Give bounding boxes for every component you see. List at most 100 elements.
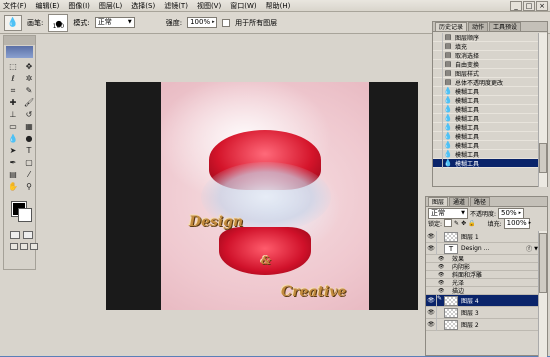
effects-header[interactable]: 👁 效果 [426,255,540,263]
all-layers-checkbox[interactable] [222,18,231,27]
brush-tool-icon[interactable]: 🖌 [22,97,36,108]
history-item[interactable]: 💧 模糊工具 [433,95,539,105]
eye-icon[interactable]: 👁 [426,233,436,240]
menu-layer[interactable]: 图层(L) [99,1,122,11]
eye-icon[interactable]: 👁 [438,264,446,270]
screen-mode-full-menu-icon[interactable] [20,243,28,250]
path-select-icon[interactable]: ➤ [6,145,20,156]
history-item[interactable]: 💧 模糊工具 [433,122,539,132]
tab-tool-presets[interactable]: 工具预设 [489,22,522,31]
history-item[interactable]: 💧 模糊工具 [433,113,539,123]
eye-icon[interactable]: 👁 [438,272,446,278]
eye-icon[interactable]: 👁 [426,309,436,316]
stamp-tool-icon[interactable]: ⊥ [6,109,20,120]
brush-icon[interactable]: ✎ [436,294,444,307]
lasso-tool-icon[interactable]: ℓ [6,73,20,84]
strength-input[interactable]: 100% ▸ [187,17,218,28]
screen-mode-standard-icon[interactable] [10,243,18,250]
eye-icon[interactable]: 👁 [426,321,436,328]
menu-window[interactable]: 窗口(W) [230,1,256,11]
marquee-tool-icon[interactable]: ⬚ [6,61,20,72]
screen-mode-full-icon[interactable] [30,243,38,250]
pen-tool-icon[interactable]: ✒ [6,157,20,168]
hand-tool-icon[interactable]: ✋ [6,181,20,192]
eye-icon[interactable]: 👁 [426,297,436,304]
menu-help[interactable]: 帮助(H) [266,1,291,11]
history-item[interactable]: 💧 模糊工具 [433,104,539,114]
minimize-button[interactable]: _ [510,1,522,11]
effect-row[interactable]: 👁 光泽 [426,279,540,287]
fill-input[interactable]: 100% ▸ [503,217,531,229]
move-icon[interactable]: ✥ [461,220,466,227]
history-item[interactable]: 💧 模糊工具 [433,140,539,150]
healing-brush-icon[interactable]: ✚ [6,97,20,108]
tab-layers[interactable]: 图层 [428,197,449,206]
tab-actions[interactable]: 动作 [468,22,489,31]
history-item-selected[interactable]: 💧 模糊工具 [433,158,539,168]
type-tool-icon[interactable]: T [22,145,36,156]
magic-wand-tool-icon[interactable]: ✲ [22,73,36,84]
history-scroll-thumb[interactable] [539,143,547,173]
lock-transparency-checkbox[interactable] [444,219,453,227]
lock-icon[interactable]: 🔒 [468,220,475,227]
history-item[interactable]: ▤ 图层顺序 [433,32,539,42]
notes-tool-icon[interactable]: ▤ [6,169,20,180]
quick-mask-icon[interactable] [23,231,33,239]
menu-image[interactable]: 图像(I) [68,1,90,11]
history-brush-icon[interactable]: ↺ [22,109,36,120]
history-item[interactable]: ▤ 取消选择 [433,50,539,60]
tab-history[interactable]: 历史记录 [435,22,468,31]
layer-row[interactable]: 👁 图层 2 [426,318,540,331]
menu-view[interactable]: 视图(V) [197,1,221,11]
fx-icon[interactable]: ⓕ [526,244,532,253]
blur-tool-icon[interactable]: 💧 [6,133,20,144]
layer-row[interactable]: 👁 图层 3 [426,306,540,319]
brush-picker[interactable]: 100 [48,12,69,36]
standard-mode-icon[interactable] [10,231,20,239]
menu-select[interactable]: 选择(S) [131,1,155,11]
document-canvas[interactable]: Design & Creative [106,82,418,310]
eye-icon[interactable]: 👁 [426,245,436,252]
menu-edit[interactable]: 编辑(E) [36,1,60,11]
history-item[interactable]: 💧 模糊工具 [433,149,539,159]
eye-icon[interactable]: 👁 [438,280,446,286]
blend-mode-select[interactable]: 正常 ▼ [428,207,468,219]
history-item[interactable]: ▤ 自由变换 [433,59,539,69]
history-item[interactable]: ▤ 总体不透明度更改 [433,77,539,87]
history-scrollbar[interactable] [538,33,547,187]
tool-preset-picker[interactable]: 💧 [4,14,22,31]
effect-row[interactable]: 👁 斜面和浮雕 [426,271,540,279]
mode-select[interactable]: 正常 ▼ [94,17,135,28]
zoom-tool-icon[interactable]: ⚲ [22,181,36,192]
adobe-logo-icon[interactable] [6,46,33,58]
history-item[interactable]: ▤ 填充 [433,41,539,51]
layer-row-text[interactable]: 👁 T Design ... ⓕ ▼ [426,242,540,255]
history-item[interactable]: 💧 模糊工具 [433,86,539,96]
eyedropper-tool-icon[interactable]: ⁄ [22,169,36,180]
eraser-tool-icon[interactable]: ▭ [6,121,20,132]
menu-filter[interactable]: 滤镜(T) [164,1,188,11]
history-item[interactable]: 💧 模糊工具 [433,131,539,141]
eye-icon[interactable]: 👁 [438,288,446,294]
layer-row[interactable]: 👁 图层 1 [426,230,540,243]
close-button[interactable]: × [536,1,548,11]
gradient-tool-icon[interactable]: ▦ [22,121,36,132]
background-color-swatch[interactable] [18,208,32,222]
menu-file[interactable]: 文件(F) [3,1,27,11]
brush-icon[interactable]: ✎ [454,220,459,227]
layers-scroll-thumb[interactable] [539,233,547,293]
lips-artwork[interactable]: Design & Creative [161,82,369,310]
tab-paths[interactable]: 路径 [470,197,491,206]
crop-tool-icon[interactable]: ⌗ [6,85,20,96]
eye-icon[interactable]: 👁 [438,256,446,262]
dodge-tool-icon[interactable]: ● [22,133,36,144]
layer-row-selected[interactable]: 👁 ✎ 图层 4 [426,294,540,307]
tab-channels[interactable]: 通道 [449,197,470,206]
effect-row[interactable]: 👁 内阴影 [426,263,540,271]
slice-tool-icon[interactable]: ✎ [22,85,36,96]
layers-scrollbar[interactable] [538,231,547,357]
toolbox-titlebar[interactable] [4,36,35,45]
maximize-button[interactable]: □ [523,1,535,11]
shape-tool-icon[interactable]: ▢ [22,157,36,168]
move-tool-icon[interactable]: ✥ [22,61,36,72]
